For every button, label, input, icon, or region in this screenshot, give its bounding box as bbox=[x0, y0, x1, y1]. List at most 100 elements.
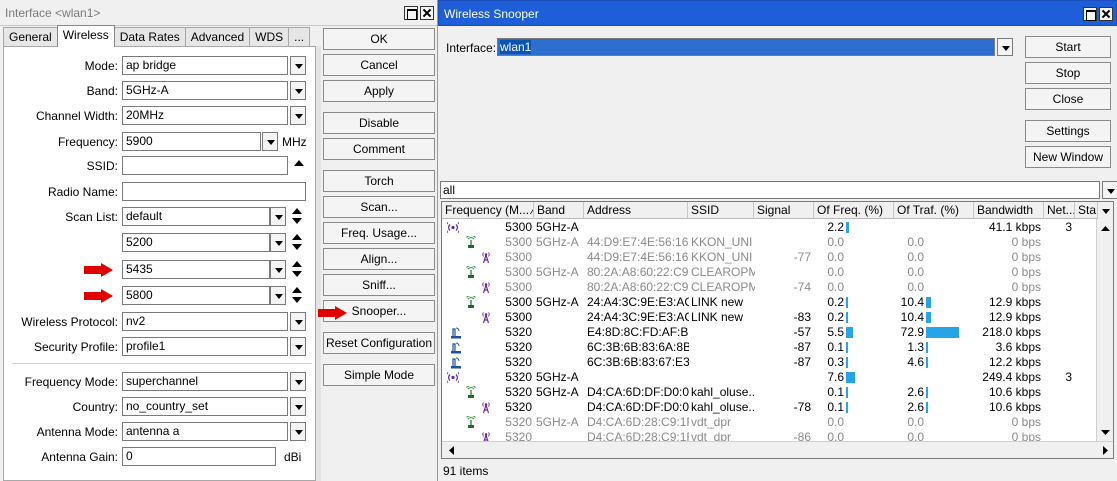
table-row[interactable]: 5320 E4:8D:8C:FD:AF:B9 -57 5.5 72.9 218.0 kbp… bbox=[442, 325, 1097, 340]
table-row[interactable]: 5320 6C:3B:6B:83:67:E3 -87 0.3 4.6 12.2 kbps bbox=[442, 355, 1097, 370]
column-bandwidth[interactable]: Bandwidth bbox=[974, 202, 1044, 219]
chevron-down-icon[interactable] bbox=[290, 56, 306, 75]
column-frequency[interactable]: Frequency (M... ∕ bbox=[442, 202, 534, 219]
simple-mode-button[interactable]: Simple Mode bbox=[323, 364, 435, 386]
chevron-down-icon[interactable] bbox=[290, 422, 306, 441]
table-row[interactable]: 5320 5GHz-A D4:CA:6D:28:C9:1F vdt_dpr 0.0 0.0… bbox=[442, 415, 1097, 430]
tab-data-rates[interactable]: Data Rates bbox=[113, 27, 186, 47]
freq-usage-button[interactable]: Freq. Usage... bbox=[323, 222, 435, 244]
country-select[interactable]: no_country_set bbox=[122, 397, 288, 416]
chevron-down-icon[interactable] bbox=[290, 397, 306, 416]
chevron-down-icon[interactable] bbox=[262, 132, 278, 151]
close-button[interactable]: Close bbox=[1025, 88, 1111, 110]
antenna-mode-select[interactable]: antenna a bbox=[122, 422, 288, 441]
chevron-down-icon[interactable] bbox=[270, 286, 286, 305]
chevron-down-icon[interactable] bbox=[1102, 181, 1117, 199]
scan-list-select-2[interactable]: 5200 bbox=[122, 233, 270, 252]
chevron-down-icon[interactable] bbox=[290, 81, 306, 100]
chevron-down-icon[interactable] bbox=[270, 207, 286, 226]
up-down-icon[interactable] bbox=[292, 234, 302, 251]
settings-button[interactable]: Settings bbox=[1025, 120, 1111, 142]
station-icon bbox=[480, 280, 492, 295]
band-select[interactable]: 5GHz-A bbox=[122, 81, 288, 100]
start-button[interactable]: Start bbox=[1025, 36, 1111, 58]
radio-name-input[interactable] bbox=[122, 182, 306, 201]
chevron-down-icon[interactable] bbox=[290, 372, 306, 391]
interface-select[interactable]: wlan1 bbox=[497, 38, 995, 56]
interface-window-titlebar[interactable]: Interface <wlan1> bbox=[0, 0, 437, 26]
apply-button[interactable]: Apply bbox=[323, 80, 435, 102]
tab-advanced[interactable]: Advanced bbox=[184, 27, 251, 47]
frequency-mode-select[interactable]: superchannel bbox=[122, 372, 288, 391]
scroll-left-icon[interactable] bbox=[444, 443, 459, 458]
table-row[interactable]: 5300 44:D9:E7:4E:56:16 KKON_UNI -77 0.0 0.0 0 … bbox=[442, 250, 1097, 265]
frequency-input[interactable]: 5900 bbox=[122, 132, 261, 151]
close-icon[interactable] bbox=[1099, 7, 1113, 21]
security-profile-select[interactable]: profile1 bbox=[122, 337, 288, 356]
table-row[interactable]: 5320 5GHz-A 7.6 249.4 kbps 3 bbox=[442, 370, 1097, 385]
channel-width-select[interactable]: 20MHz bbox=[122, 106, 288, 125]
chevron-down-icon[interactable] bbox=[290, 312, 306, 331]
wireless-protocol-select[interactable]: nv2 bbox=[122, 312, 288, 331]
chevron-down-icon[interactable] bbox=[270, 233, 286, 252]
antenna-gain-input[interactable]: 0 bbox=[122, 447, 276, 466]
chevron-down-icon[interactable] bbox=[997, 38, 1013, 56]
vertical-scrollbar[interactable] bbox=[1096, 219, 1113, 442]
table-row[interactable]: 5300 5GHz-A 80:2A:A8:60:22:C9 CLEAROPM 0.0 0.… bbox=[442, 265, 1097, 280]
table-row[interactable]: 5300 80:2A:A8:60:22:C9 CLEAROPM -74 0.0 0.0 0 … bbox=[442, 280, 1097, 295]
mode-select[interactable]: ap bridge bbox=[122, 56, 288, 75]
column-signal[interactable]: Signal bbox=[754, 202, 814, 219]
scroll-right-icon[interactable] bbox=[1098, 443, 1113, 458]
column-ssid[interactable]: SSID bbox=[688, 202, 754, 219]
cancel-button[interactable]: Cancel bbox=[323, 54, 435, 76]
chevron-down-icon[interactable] bbox=[270, 260, 286, 279]
chevron-down-icon[interactable] bbox=[290, 337, 306, 356]
collapse-icon[interactable] bbox=[294, 160, 304, 166]
new-window-button[interactable]: New Window bbox=[1025, 146, 1111, 168]
reset-configuration-button[interactable]: Reset Configuration bbox=[323, 332, 435, 354]
chevron-down-icon[interactable] bbox=[1098, 202, 1113, 219]
column-band[interactable]: Band bbox=[534, 202, 584, 219]
vertical-scrollbar[interactable] bbox=[316, 46, 321, 481]
scan-list-select-4[interactable]: 5800 bbox=[122, 286, 270, 305]
tab-wds[interactable]: WDS bbox=[249, 27, 290, 47]
column-sta[interactable]: Sta bbox=[1075, 202, 1098, 219]
horizontal-scrollbar[interactable] bbox=[442, 441, 1113, 458]
ssid-input[interactable] bbox=[122, 156, 288, 175]
tab-more[interactable]: ... bbox=[288, 27, 311, 47]
tab-wireless[interactable]: Wireless bbox=[56, 25, 115, 47]
ok-button[interactable]: OK bbox=[323, 28, 435, 50]
column-address[interactable]: Address bbox=[584, 202, 688, 219]
scan-list-select-1[interactable]: default bbox=[122, 207, 270, 226]
scan-button[interactable]: Scan... bbox=[323, 196, 435, 218]
column-of-freq[interactable]: Of Freq. (%) bbox=[814, 202, 894, 219]
chevron-down-icon[interactable] bbox=[290, 106, 306, 125]
close-icon[interactable] bbox=[420, 6, 434, 20]
torch-button[interactable]: Torch bbox=[323, 170, 435, 192]
comment-button[interactable]: Comment bbox=[323, 138, 435, 160]
scroll-down-icon[interactable] bbox=[1098, 425, 1113, 440]
table-row[interactable]: 5300 5GHz-A 44:D9:E7:4E:56:16 KKON_UNI 0.0 0.… bbox=[442, 235, 1097, 250]
tab-general[interactable]: General bbox=[3, 27, 58, 47]
table-row[interactable]: 5300 24:A4:3C:9E:E3:AC LINK new -83 0.2 10.4 1… bbox=[442, 310, 1097, 325]
scan-list-select-3[interactable]: 5435 bbox=[122, 260, 270, 279]
maximize-icon[interactable] bbox=[1083, 7, 1097, 21]
table-row[interactable]: 5300 5GHz-A 2.2 41.1 kbps 3 bbox=[442, 220, 1097, 235]
sniff-button[interactable]: Sniff... bbox=[323, 274, 435, 296]
table-row[interactable]: 5300 5GHz-A 24:A4:3C:9E:E3:AC LINK new 0.2 10… bbox=[442, 295, 1097, 310]
up-down-icon[interactable] bbox=[292, 208, 302, 225]
table-row[interactable]: 5320 D4:CA:6D:DF:D0:0F kahl_oluse... -78 0.1… bbox=[442, 400, 1097, 415]
column-of-traf[interactable]: Of Traf. (%) bbox=[894, 202, 974, 219]
snooper-titlebar[interactable]: Wireless Snooper bbox=[438, 0, 1117, 26]
table-row[interactable]: 5320 6C:3B:6B:83:6A:8B -87 0.1 1.3 3.6 kbps bbox=[442, 340, 1097, 355]
filter-select[interactable]: all bbox=[440, 181, 1100, 199]
column-net[interactable]: Net... bbox=[1044, 202, 1075, 219]
scroll-up-icon[interactable] bbox=[1098, 221, 1113, 236]
up-down-icon[interactable] bbox=[292, 287, 302, 304]
table-row[interactable]: 5320 5GHz-A D4:CA:6D:DF:D0:0F kahl_oluse...… bbox=[442, 385, 1097, 400]
stop-button[interactable]: Stop bbox=[1025, 62, 1111, 84]
disable-button[interactable]: Disable bbox=[323, 112, 435, 134]
up-down-icon[interactable] bbox=[292, 261, 302, 278]
maximize-icon[interactable] bbox=[404, 6, 418, 20]
align-button[interactable]: Align... bbox=[323, 248, 435, 270]
